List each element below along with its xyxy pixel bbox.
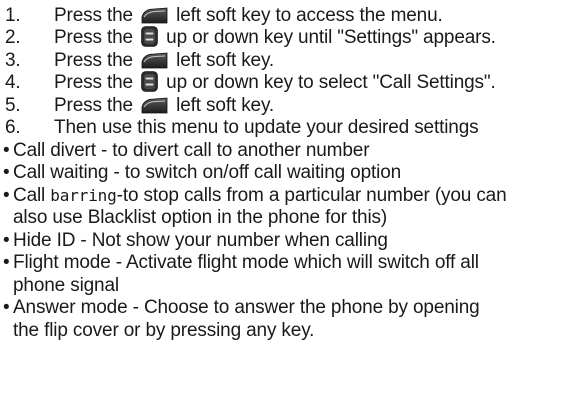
up-down-key-icon [141, 26, 158, 47]
bullet-text: Hide ID - Not show your number when call… [13, 230, 388, 251]
bullet-dot: • [3, 185, 10, 206]
step-number: 2. [5, 27, 21, 48]
bullet-text: Flight mode - Activate flight mode which… [13, 252, 479, 273]
bullet-dot: • [3, 162, 10, 183]
left-soft-key-icon [141, 97, 168, 114]
left-soft-key-icon [141, 52, 168, 69]
step-text-post: left soft key to access the menu. [171, 5, 443, 26]
bullet-text: Answer mode - Choose to answer the phone… [13, 297, 480, 318]
step-number: 5. [5, 95, 21, 116]
step-text-post: left soft key. [171, 95, 275, 116]
bullet-dot: • [3, 252, 10, 273]
step-text: Then use this menu to update your desire… [54, 117, 479, 138]
bullet-text-mono: barring [50, 186, 117, 205]
bullet-dot: • [3, 140, 10, 161]
bullet-text: the flip cover or by pressing any key. [13, 320, 315, 341]
bullet-dot: • [3, 297, 10, 318]
step-text-pre: Press the [54, 5, 139, 26]
step-text-post: up or down key until "Settings" appears. [161, 27, 496, 48]
bullet-text-post: -to stop calls from a particular number … [116, 185, 507, 206]
bullet-dot: • [3, 230, 10, 251]
step-number: 1. [5, 5, 21, 26]
step-text-post: up or down key to select "Call Settings"… [161, 72, 496, 93]
bullet-text: Call waiting - to switch on/off call wai… [13, 162, 402, 183]
step-text-pre: Press the [54, 95, 139, 116]
up-down-key-icon [141, 71, 158, 92]
left-soft-key-icon [141, 7, 168, 24]
step-text-pre: Press the [54, 72, 139, 93]
step-text-pre: Press the [54, 50, 139, 71]
bullet-text-pre: Call [13, 185, 51, 206]
step-text-pre: Press the [54, 27, 139, 48]
step-number: 4. [5, 72, 21, 93]
step-number: 3. [5, 50, 21, 71]
step-text-post: left soft key. [171, 50, 275, 71]
bullet-text: phone signal [13, 275, 119, 296]
bullet-text: Call divert - to divert call to another … [13, 140, 370, 161]
step-number: 6. [5, 117, 21, 138]
bullet-text: also use Blacklist option in the phone f… [13, 207, 388, 228]
instructions-document: 1. Press the left soft key to access the… [0, 0, 578, 400]
